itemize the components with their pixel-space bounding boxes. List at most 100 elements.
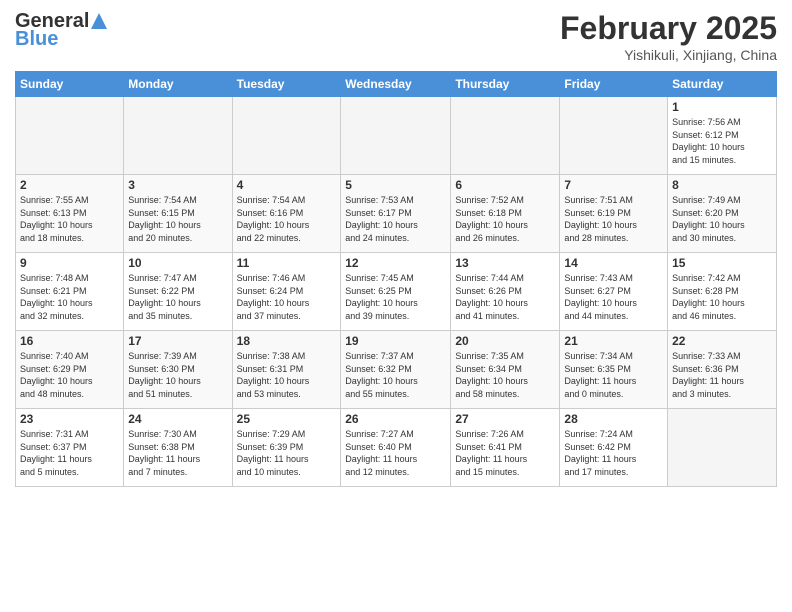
header: General Blue February 2025 Yishikuli, Xi… [15, 10, 777, 63]
weekday-header-row: SundayMondayTuesdayWednesdayThursdayFrid… [16, 72, 777, 97]
day-info: Sunrise: 7:26 AM Sunset: 6:41 PM Dayligh… [455, 428, 555, 478]
day-info: Sunrise: 7:55 AM Sunset: 6:13 PM Dayligh… [20, 194, 119, 244]
calendar-container: General Blue February 2025 Yishikuli, Xi… [0, 0, 792, 612]
day-number: 3 [128, 178, 227, 192]
day-number: 28 [564, 412, 663, 426]
day-number: 14 [564, 256, 663, 270]
week-row-2: 2 Sunrise: 7:55 AM Sunset: 6:13 PM Daylig… [16, 175, 777, 253]
day-number: 11 [237, 256, 337, 270]
day-number: 10 [128, 256, 227, 270]
day-info: Sunrise: 7:31 AM Sunset: 6:37 PM Dayligh… [20, 428, 119, 478]
day-cell: 4 Sunrise: 7:54 AM Sunset: 6:16 PM Daylig… [232, 175, 341, 253]
day-info: Sunrise: 7:34 AM Sunset: 6:35 PM Dayligh… [564, 350, 663, 400]
day-info: Sunrise: 7:43 AM Sunset: 6:27 PM Dayligh… [564, 272, 663, 322]
day-cell [451, 97, 560, 175]
day-cell [560, 97, 668, 175]
day-cell: 6Sunrise: 7:52 AM Sunset: 6:18 PM Daylig… [451, 175, 560, 253]
day-info: Sunrise: 7:24 AM Sunset: 6:42 PM Dayligh… [564, 428, 663, 478]
day-cell: 25 Sunrise: 7:29 AM Sunset: 6:39 PM Dayli… [232, 409, 341, 487]
day-info: Sunrise: 7:29 AM Sunset: 6:39 PM Dayligh… [237, 428, 337, 478]
day-number: 9 [20, 256, 119, 270]
day-number: 15 [672, 256, 772, 270]
week-row-1: 1 Sunrise: 7:56 AM Sunset: 6:12 PM Daylig… [16, 97, 777, 175]
day-info: Sunrise: 7:49 AM Sunset: 6:20 PM Dayligh… [672, 194, 772, 244]
day-info: Sunrise: 7:30 AM Sunset: 6:38 PM Dayligh… [128, 428, 227, 478]
day-cell [232, 97, 341, 175]
day-number: 20 [455, 334, 555, 348]
day-number: 27 [455, 412, 555, 426]
day-number: 19 [345, 334, 446, 348]
day-number: 22 [672, 334, 772, 348]
weekday-header-thursday: Thursday [451, 72, 560, 97]
title-section: February 2025 Yishikuli, Xinjiang, China [560, 10, 777, 63]
day-cell: 17 Sunrise: 7:39 AM Sunset: 6:30 PM Dayli… [124, 331, 232, 409]
calendar-table: SundayMondayTuesdayWednesdayThursdayFrid… [15, 71, 777, 487]
day-cell [124, 97, 232, 175]
day-cell: 14 Sunrise: 7:43 AM Sunset: 6:27 PM Dayli… [560, 253, 668, 331]
day-info: Sunrise: 7:27 AM Sunset: 6:40 PM Dayligh… [345, 428, 446, 478]
day-number: 26 [345, 412, 446, 426]
location: Yishikuli, Xinjiang, China [560, 47, 777, 63]
day-cell: 20 Sunrise: 7:35 AM Sunset: 6:34 PM Dayli… [451, 331, 560, 409]
day-number: 24 [128, 412, 227, 426]
day-cell: 1 Sunrise: 7:56 AM Sunset: 6:12 PM Daylig… [668, 97, 777, 175]
day-cell: 13 Sunrise: 7:44 AM Sunset: 6:26 PM Dayli… [451, 253, 560, 331]
day-cell: 3 Sunrise: 7:54 AM Sunset: 6:15 PM Daylig… [124, 175, 232, 253]
logo-blue: Blue [15, 28, 108, 50]
day-info: Sunrise: 7:52 AM Sunset: 6:18 PM Dayligh… [455, 194, 555, 244]
day-cell: 27 Sunrise: 7:26 AM Sunset: 6:41 PM Dayli… [451, 409, 560, 487]
day-info: Sunrise: 7:35 AM Sunset: 6:34 PM Dayligh… [455, 350, 555, 400]
day-cell: 19Sunrise: 7:37 AM Sunset: 6:32 PM Dayli… [341, 331, 451, 409]
logo: General Blue [15, 10, 108, 50]
day-info: Sunrise: 7:33 AM Sunset: 6:36 PM Dayligh… [672, 350, 772, 400]
day-cell: 2 Sunrise: 7:55 AM Sunset: 6:13 PM Daylig… [16, 175, 124, 253]
week-row-3: 9 Sunrise: 7:48 AM Sunset: 6:21 PM Daylig… [16, 253, 777, 331]
day-info: Sunrise: 7:45 AM Sunset: 6:25 PM Dayligh… [345, 272, 446, 322]
day-number: 13 [455, 256, 555, 270]
day-info: Sunrise: 7:51 AM Sunset: 6:19 PM Dayligh… [564, 194, 663, 244]
day-number: 25 [237, 412, 337, 426]
day-info: Sunrise: 7:40 AM Sunset: 6:29 PM Dayligh… [20, 350, 119, 400]
day-info: Sunrise: 7:53 AM Sunset: 6:17 PM Dayligh… [345, 194, 446, 244]
day-info: Sunrise: 7:47 AM Sunset: 6:22 PM Dayligh… [128, 272, 227, 322]
day-number: 2 [20, 178, 119, 192]
day-cell [16, 97, 124, 175]
day-info: Sunrise: 7:39 AM Sunset: 6:30 PM Dayligh… [128, 350, 227, 400]
day-info: Sunrise: 7:54 AM Sunset: 6:16 PM Dayligh… [237, 194, 337, 244]
day-cell: 15 Sunrise: 7:42 AM Sunset: 6:28 PM Dayli… [668, 253, 777, 331]
month-title: February 2025 [560, 10, 777, 47]
day-cell: 21 Sunrise: 7:34 AM Sunset: 6:35 PM Dayli… [560, 331, 668, 409]
day-cell: 5Sunrise: 7:53 AM Sunset: 6:17 PM Daylig… [341, 175, 451, 253]
day-cell: 10 Sunrise: 7:47 AM Sunset: 6:22 PM Dayli… [124, 253, 232, 331]
day-number: 7 [564, 178, 663, 192]
day-info: Sunrise: 7:42 AM Sunset: 6:28 PM Dayligh… [672, 272, 772, 322]
day-info: Sunrise: 7:44 AM Sunset: 6:26 PM Dayligh… [455, 272, 555, 322]
day-cell: 23 Sunrise: 7:31 AM Sunset: 6:37 PM Dayli… [16, 409, 124, 487]
day-cell: 16 Sunrise: 7:40 AM Sunset: 6:29 PM Dayli… [16, 331, 124, 409]
day-cell: 8 Sunrise: 7:49 AM Sunset: 6:20 PM Daylig… [668, 175, 777, 253]
day-number: 8 [672, 178, 772, 192]
day-number: 16 [20, 334, 119, 348]
day-cell [668, 409, 777, 487]
day-number: 1 [672, 100, 772, 114]
day-number: 21 [564, 334, 663, 348]
day-cell: 12 Sunrise: 7:45 AM Sunset: 6:25 PM Dayli… [341, 253, 451, 331]
day-cell: 28 Sunrise: 7:24 AM Sunset: 6:42 PM Dayli… [560, 409, 668, 487]
weekday-header-tuesday: Tuesday [232, 72, 341, 97]
day-cell: 9 Sunrise: 7:48 AM Sunset: 6:21 PM Daylig… [16, 253, 124, 331]
day-cell: 26 Sunrise: 7:27 AM Sunset: 6:40 PM Dayli… [341, 409, 451, 487]
day-info: Sunrise: 7:56 AM Sunset: 6:12 PM Dayligh… [672, 116, 772, 166]
day-number: 4 [237, 178, 337, 192]
day-info: Sunrise: 7:54 AM Sunset: 6:15 PM Dayligh… [128, 194, 227, 244]
weekday-header-saturday: Saturday [668, 72, 777, 97]
day-info: Sunrise: 7:48 AM Sunset: 6:21 PM Dayligh… [20, 272, 119, 322]
day-number: 23 [20, 412, 119, 426]
day-cell: 7 Sunrise: 7:51 AM Sunset: 6:19 PM Daylig… [560, 175, 668, 253]
day-number: 17 [128, 334, 227, 348]
weekday-header-wednesday: Wednesday [341, 72, 451, 97]
day-number: 12 [345, 256, 446, 270]
day-cell: 24 Sunrise: 7:30 AM Sunset: 6:38 PM Dayli… [124, 409, 232, 487]
weekday-header-monday: Monday [124, 72, 232, 97]
day-cell: 22 Sunrise: 7:33 AM Sunset: 6:36 PM Dayli… [668, 331, 777, 409]
week-row-5: 23 Sunrise: 7:31 AM Sunset: 6:37 PM Dayli… [16, 409, 777, 487]
